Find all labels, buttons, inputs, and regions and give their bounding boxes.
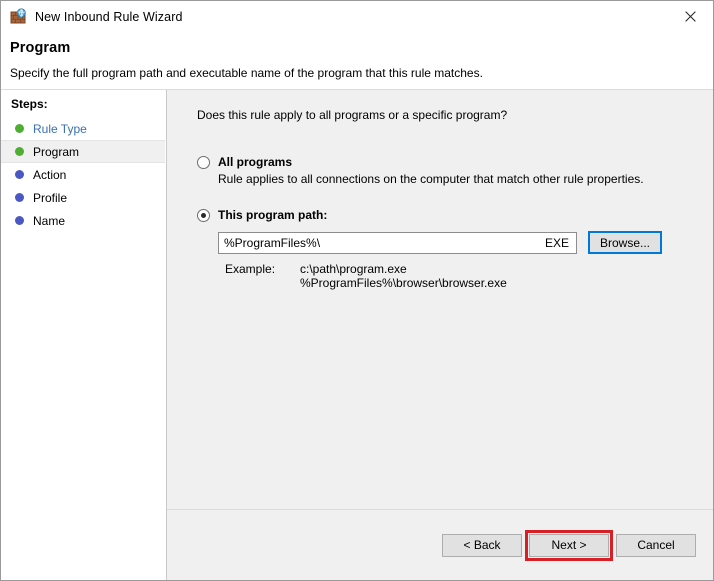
steps-heading: Steps: bbox=[11, 97, 48, 111]
option-program-path-row[interactable]: This program path: bbox=[197, 208, 697, 222]
cancel-button-wrap: Cancel bbox=[613, 531, 699, 560]
next-button[interactable]: Next > bbox=[529, 533, 609, 557]
page-header: Program Specify the full program path an… bbox=[1, 32, 713, 89]
browse-button[interactable]: Browse... bbox=[588, 231, 662, 254]
main-pane: Does this rule apply to all programs or … bbox=[167, 90, 713, 580]
back-button[interactable]: < Back bbox=[442, 533, 522, 557]
back-button-wrap: < Back bbox=[439, 531, 525, 560]
step-bullet-icon bbox=[15, 147, 24, 156]
program-path-input[interactable]: %ProgramFiles%\ EXE bbox=[218, 231, 577, 254]
steps-sidebar: Steps: Rule Type Program Action Profile … bbox=[1, 90, 167, 580]
option-all-programs-description: Rule applies to all connections on the c… bbox=[218, 172, 644, 186]
question-text: Does this rule apply to all programs or … bbox=[197, 108, 508, 122]
sidebar-item-rule-type[interactable]: Rule Type bbox=[1, 117, 166, 140]
sidebar-item-label: Program bbox=[33, 144, 80, 159]
option-all-programs: All programs Rule applies to all connect… bbox=[197, 155, 697, 186]
title-bar: New Inbound Rule Wizard bbox=[1, 1, 713, 32]
firewall-globe-icon bbox=[10, 8, 27, 25]
example-label: Example: bbox=[225, 262, 276, 276]
step-bullet-icon bbox=[15, 216, 24, 225]
sidebar-item-profile[interactable]: Profile bbox=[1, 186, 166, 209]
program-path-suffix: EXE bbox=[544, 235, 569, 250]
sidebar-item-name[interactable]: Name bbox=[1, 209, 166, 232]
body-split: Steps: Rule Type Program Action Profile … bbox=[1, 89, 713, 580]
sidebar-item-label: Action bbox=[33, 167, 67, 182]
sidebar-item-label: Name bbox=[33, 213, 66, 228]
radio-program-path[interactable] bbox=[197, 209, 210, 222]
example-values: c:\path\program.exe %ProgramFiles%\brows… bbox=[300, 262, 507, 290]
option-program-path-label: This program path: bbox=[218, 208, 328, 222]
sidebar-item-label: Rule Type bbox=[33, 121, 87, 136]
example-line: %ProgramFiles%\browser\browser.exe bbox=[300, 276, 507, 290]
footer-buttons: < Back Next > Cancel bbox=[167, 509, 713, 580]
option-all-programs-label: All programs bbox=[218, 155, 293, 169]
wizard-window: New Inbound Rule Wizard Program Specify … bbox=[0, 0, 714, 581]
radio-all-programs[interactable] bbox=[197, 156, 210, 169]
cancel-button[interactable]: Cancel bbox=[616, 533, 696, 557]
page-title: Program bbox=[10, 40, 71, 56]
main-content: Does this rule apply to all programs or … bbox=[167, 90, 713, 509]
window-title: New Inbound Rule Wizard bbox=[35, 9, 183, 24]
sidebar-item-label: Profile bbox=[33, 190, 68, 205]
next-button-highlight: Next > bbox=[525, 529, 613, 561]
example-block: Example: c:\path\program.exe %ProgramFil… bbox=[225, 262, 697, 290]
close-icon[interactable] bbox=[667, 1, 713, 32]
sidebar-item-action[interactable]: Action bbox=[1, 163, 166, 186]
example-line: c:\path\program.exe bbox=[300, 262, 407, 276]
option-all-programs-row[interactable]: All programs bbox=[197, 155, 697, 169]
program-path-value: %ProgramFiles%\ bbox=[224, 235, 321, 250]
page-description: Specify the full program path and execut… bbox=[10, 66, 483, 80]
step-bullet-icon bbox=[15, 170, 24, 179]
sidebar-item-program[interactable]: Program bbox=[1, 140, 165, 163]
program-path-row: %ProgramFiles%\ EXE Browse... bbox=[218, 231, 697, 254]
step-bullet-icon bbox=[15, 124, 24, 133]
step-bullet-icon bbox=[15, 193, 24, 202]
option-program-path: This program path: %ProgramFiles%\ EXE B… bbox=[197, 208, 697, 290]
